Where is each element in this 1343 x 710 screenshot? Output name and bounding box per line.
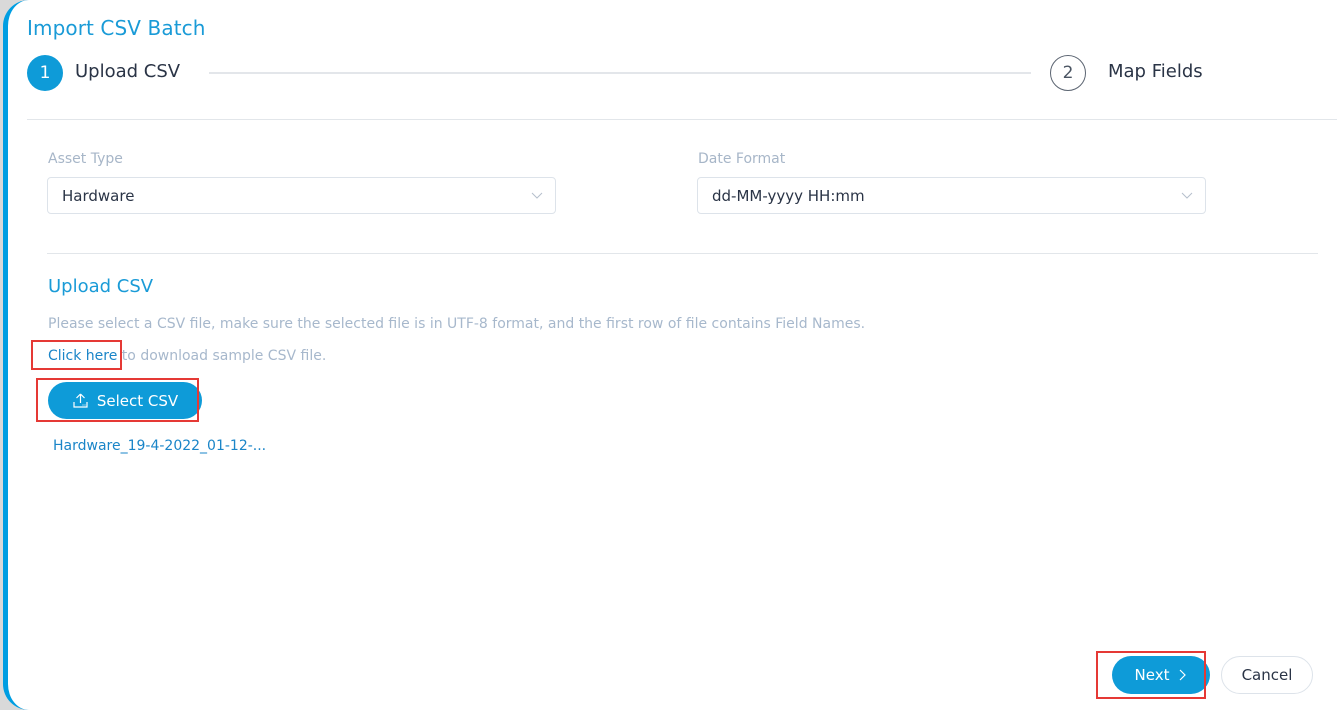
step-2-indicator: 2 (1050, 55, 1086, 91)
select-csv-button[interactable]: Select CSV (48, 382, 202, 419)
asset-type-value: Hardware (62, 186, 135, 205)
download-sample-line: Click here to download sample CSV file. (48, 348, 326, 364)
chevron-down-icon (531, 192, 543, 199)
section-divider (47, 253, 1318, 254)
step-2-label: Map Fields (1108, 61, 1203, 82)
cancel-button[interactable]: Cancel (1221, 656, 1313, 694)
header-divider (27, 119, 1337, 120)
date-format-select[interactable]: dd-MM-yyyy HH:mm (697, 177, 1206, 214)
next-label: Next (1134, 666, 1170, 684)
select-csv-label: Select CSV (96, 391, 179, 410)
asset-type-select[interactable]: Hardware (47, 177, 556, 214)
upload-section-title: Upload CSV (48, 276, 154, 297)
step-1-label: Upload CSV (75, 61, 181, 82)
upload-icon (73, 393, 88, 408)
selected-file-name[interactable]: Hardware_19-4-2022_01-12-... (53, 438, 266, 454)
upload-help-text: Please select a CSV file, make sure the … (48, 316, 866, 332)
download-sample-text: to download sample CSV file. (117, 348, 327, 364)
chevron-down-icon (1181, 192, 1193, 199)
date-format-value: dd-MM-yyyy HH:mm (712, 186, 865, 205)
import-csv-dialog: Import CSV Batch 1 Upload CSV 2 Map Fiel… (3, 0, 1343, 710)
next-button[interactable]: Next (1112, 656, 1210, 694)
dialog-title: Import CSV Batch (27, 16, 206, 40)
asset-type-label: Asset Type (48, 151, 123, 167)
chevron-right-icon (1180, 669, 1187, 681)
step-1-indicator: 1 (27, 55, 63, 91)
date-format-label: Date Format (698, 151, 786, 167)
stepper-connector (209, 72, 1031, 74)
download-sample-link[interactable]: Click here (48, 348, 117, 364)
